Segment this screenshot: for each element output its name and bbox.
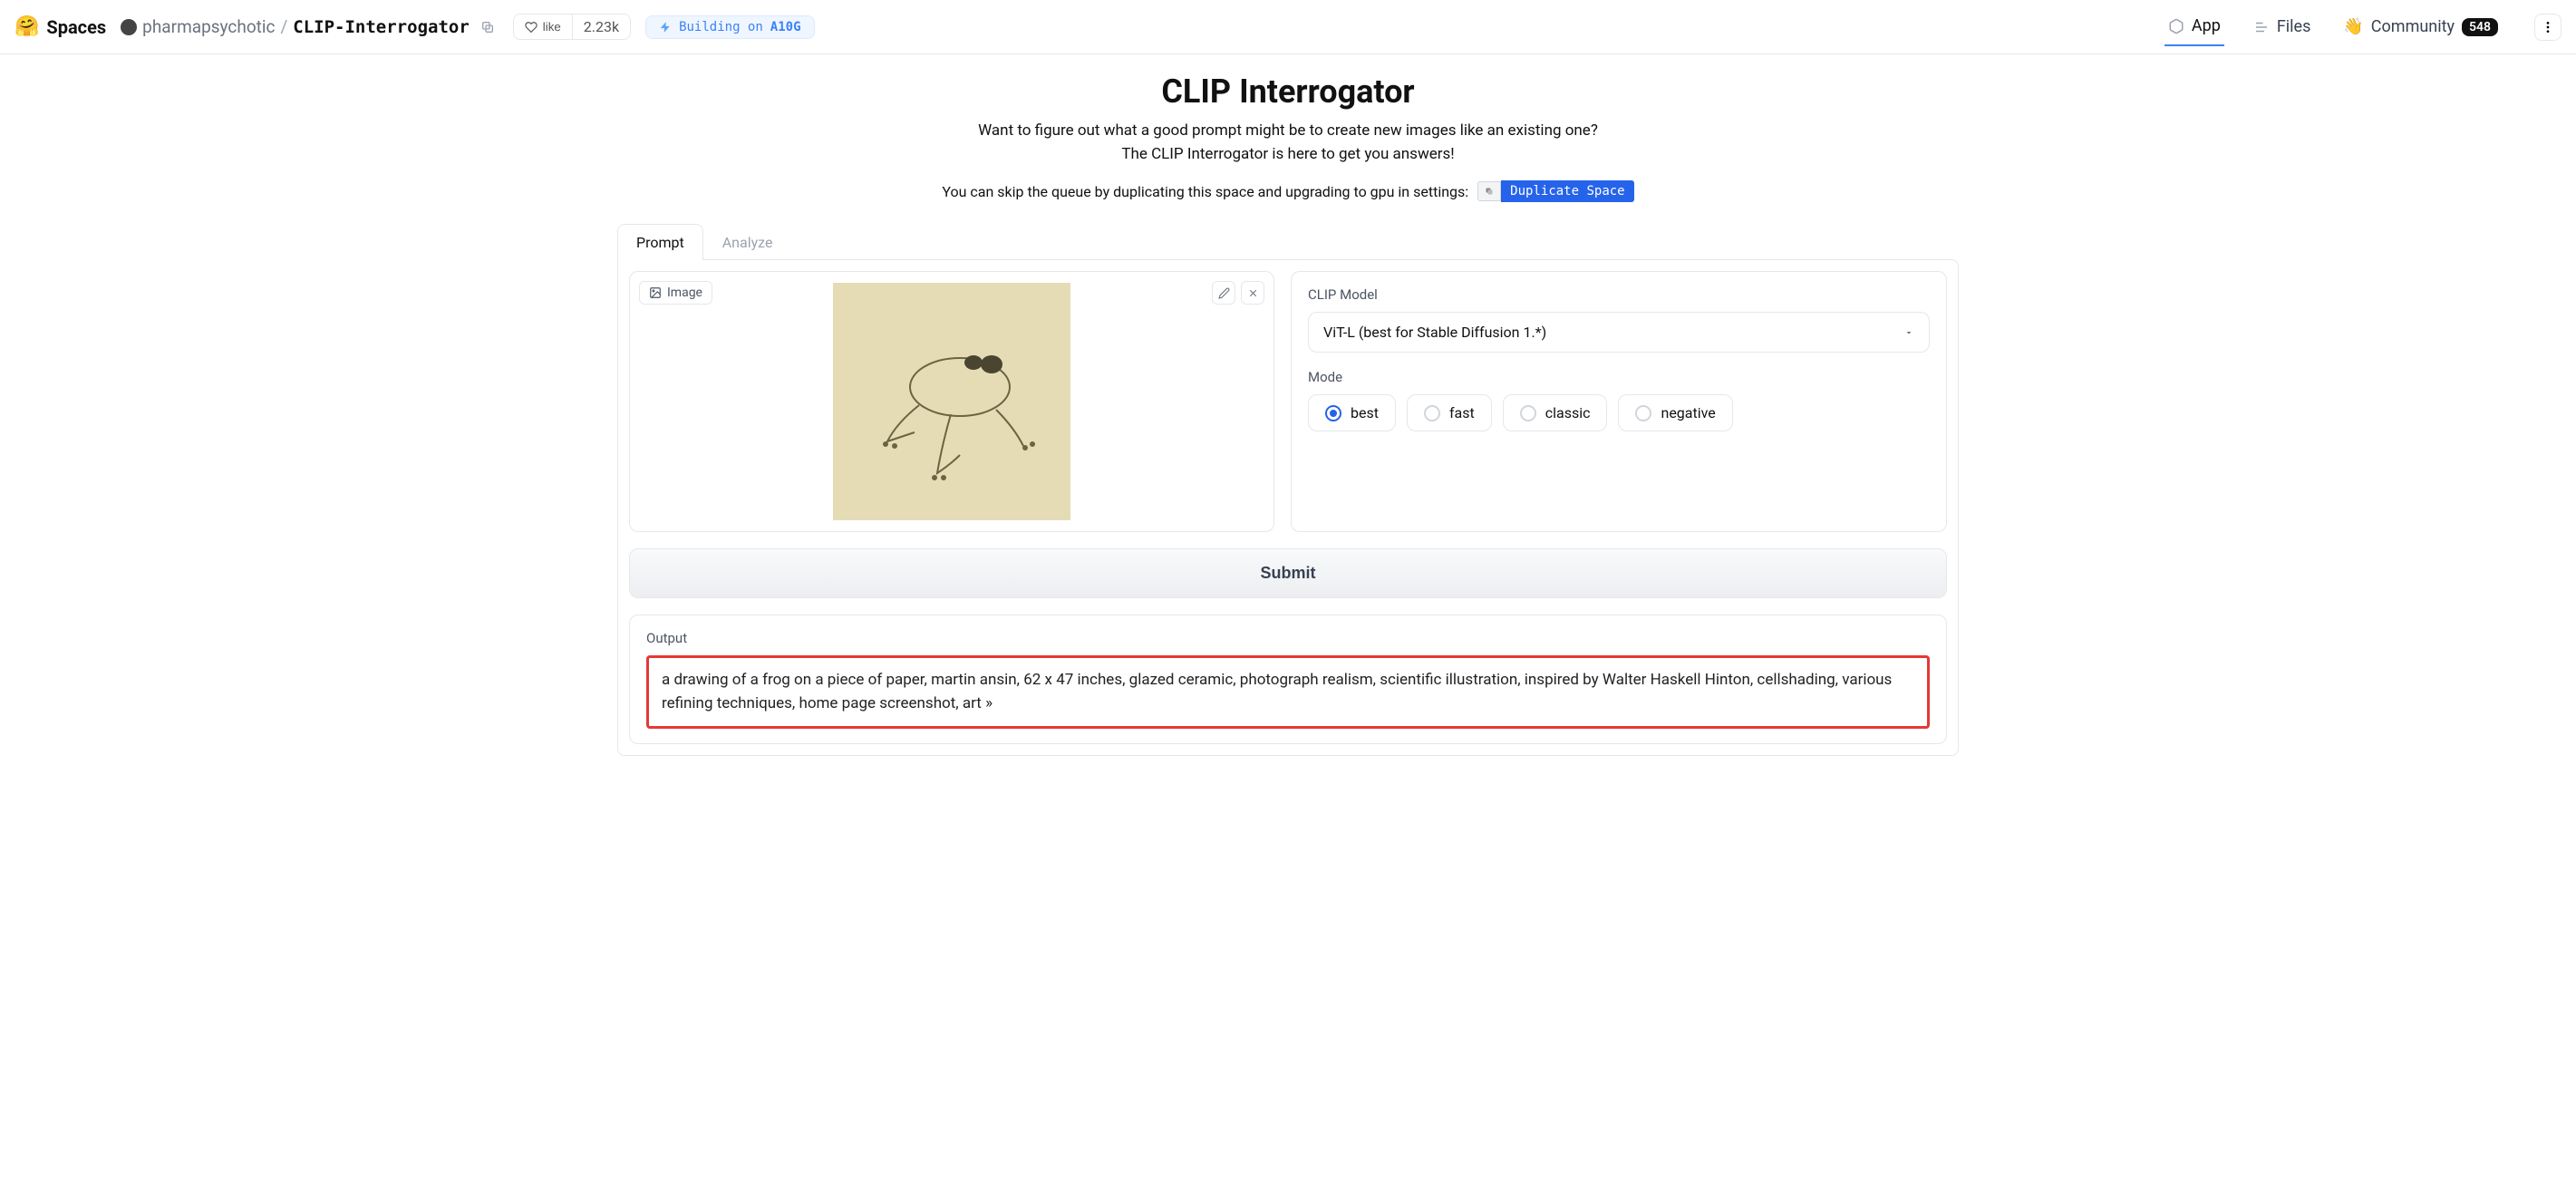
- hero-line-2: The CLIP Interrogator is here to get you…: [617, 143, 1959, 167]
- nav-community-label: Community: [2371, 17, 2455, 36]
- output-text[interactable]: a drawing of a frog on a piece of paper,…: [646, 655, 1930, 729]
- mode-option-negative[interactable]: negative: [1618, 394, 1732, 431]
- nav-right: App Files 👋 Community 548: [2164, 7, 2561, 46]
- copy-name-button[interactable]: [477, 16, 499, 38]
- tab-analyze[interactable]: Analyze: [703, 224, 792, 260]
- like-count[interactable]: 2.23k: [572, 15, 630, 39]
- clip-model-label: CLIP Model: [1308, 286, 1930, 303]
- topbar: 🤗 Spaces pharmapsychotic / CLIP-Interrog…: [0, 0, 2576, 54]
- output-label: Output: [646, 630, 1930, 646]
- nav-files-label: Files: [2277, 17, 2311, 36]
- frog-sketch-icon: [833, 283, 1070, 520]
- mode-option-fast[interactable]: fast: [1407, 394, 1492, 431]
- mode-option-best[interactable]: best: [1308, 394, 1396, 431]
- mode-best-label: best: [1351, 404, 1379, 421]
- image-label-badge: Image: [639, 281, 712, 305]
- nav-app-label: App: [2192, 16, 2221, 35]
- hero: CLIP Interrogator Want to figure out wha…: [617, 73, 1959, 202]
- spaces-label-text: Spaces: [46, 16, 106, 38]
- more-vertical-icon: [2541, 20, 2555, 34]
- lightning-icon: [659, 21, 672, 34]
- nav-app[interactable]: App: [2164, 7, 2224, 46]
- author-avatar-icon[interactable]: [121, 19, 137, 35]
- spaces-emoji-icon: 🤗: [15, 15, 39, 38]
- mode-option-classic[interactable]: classic: [1503, 394, 1608, 431]
- copy-icon: [480, 20, 495, 34]
- cube-icon: [2168, 18, 2184, 34]
- radio-icon: [1520, 405, 1536, 421]
- clip-model-select[interactable]: ViT-L (best for Stable Diffusion 1.*): [1308, 312, 1930, 353]
- tabs: Prompt Analyze: [617, 224, 1959, 260]
- hardware-name: A10G: [770, 20, 801, 34]
- tab-prompt[interactable]: Prompt: [617, 224, 703, 260]
- mode-fast-label: fast: [1449, 404, 1475, 421]
- page-title: CLIP Interrogator: [617, 73, 1959, 111]
- spaces-brand[interactable]: 🤗 Spaces: [15, 15, 106, 38]
- output-panel: Output a drawing of a frog on a piece of…: [629, 615, 1947, 744]
- close-icon: [1247, 287, 1259, 299]
- community-count-badge: 548: [2462, 18, 2498, 36]
- breadcrumb-separator: /: [280, 16, 287, 37]
- mode-label: Mode: [1308, 369, 1930, 385]
- clip-model-value: ViT-L (best for Stable Diffusion 1.*): [1323, 324, 1546, 341]
- main-content: CLIP Interrogator Want to figure out wha…: [581, 54, 1995, 774]
- nav-community[interactable]: 👋 Community 548: [2339, 8, 2502, 45]
- heart-icon: [525, 21, 537, 34]
- pencil-icon: [1218, 287, 1230, 299]
- clear-image-button[interactable]: [1241, 281, 1264, 305]
- mode-negative-label: negative: [1661, 404, 1715, 421]
- image-input-panel[interactable]: Image: [629, 271, 1274, 532]
- more-menu-button[interactable]: [2534, 14, 2561, 41]
- uploaded-image-preview[interactable]: [833, 283, 1070, 520]
- hero-line-1: Want to figure out what a good prompt mi…: [617, 120, 1959, 143]
- mode-radio-group: best fast classic negative: [1308, 394, 1930, 431]
- like-button[interactable]: like: [514, 16, 572, 37]
- duplicate-badge-label: Duplicate Space: [1501, 180, 1633, 202]
- tab-panel-prompt: Image: [617, 259, 1959, 756]
- files-icon: [2253, 19, 2270, 35]
- edit-image-button[interactable]: [1212, 281, 1235, 305]
- wave-icon: 👋: [2343, 17, 2363, 36]
- like-label: like: [543, 20, 561, 34]
- image-actions: [1212, 281, 1264, 305]
- submit-button[interactable]: Submit: [629, 548, 1947, 598]
- image-label-text: Image: [667, 286, 702, 300]
- duplicate-space-button[interactable]: Duplicate Space: [1477, 180, 1633, 202]
- like-pill: like 2.23k: [513, 14, 631, 40]
- hardware-prefix: Building on: [679, 20, 763, 34]
- radio-icon: [1424, 405, 1440, 421]
- breadcrumb-space-name[interactable]: CLIP-Interrogator: [293, 17, 469, 37]
- skip-queue-text: You can skip the queue by duplicating th…: [942, 183, 1468, 200]
- duplicate-icon: [1477, 181, 1501, 201]
- nav-files[interactable]: Files: [2250, 8, 2315, 45]
- chevron-down-icon: [1903, 327, 1914, 338]
- duplicate-line: You can skip the queue by duplicating th…: [617, 180, 1959, 202]
- top-row: Image: [629, 271, 1947, 532]
- breadcrumb: pharmapsychotic / CLIP-Interrogator: [121, 16, 470, 37]
- image-icon: [649, 286, 662, 299]
- settings-panel: CLIP Model ViT-L (best for Stable Diffus…: [1291, 271, 1947, 532]
- hardware-badge[interactable]: Building on A10G: [645, 15, 814, 39]
- breadcrumb-author[interactable]: pharmapsychotic: [142, 16, 275, 37]
- radio-icon: [1325, 405, 1341, 421]
- mode-classic-label: classic: [1545, 404, 1591, 421]
- radio-icon: [1635, 405, 1651, 421]
